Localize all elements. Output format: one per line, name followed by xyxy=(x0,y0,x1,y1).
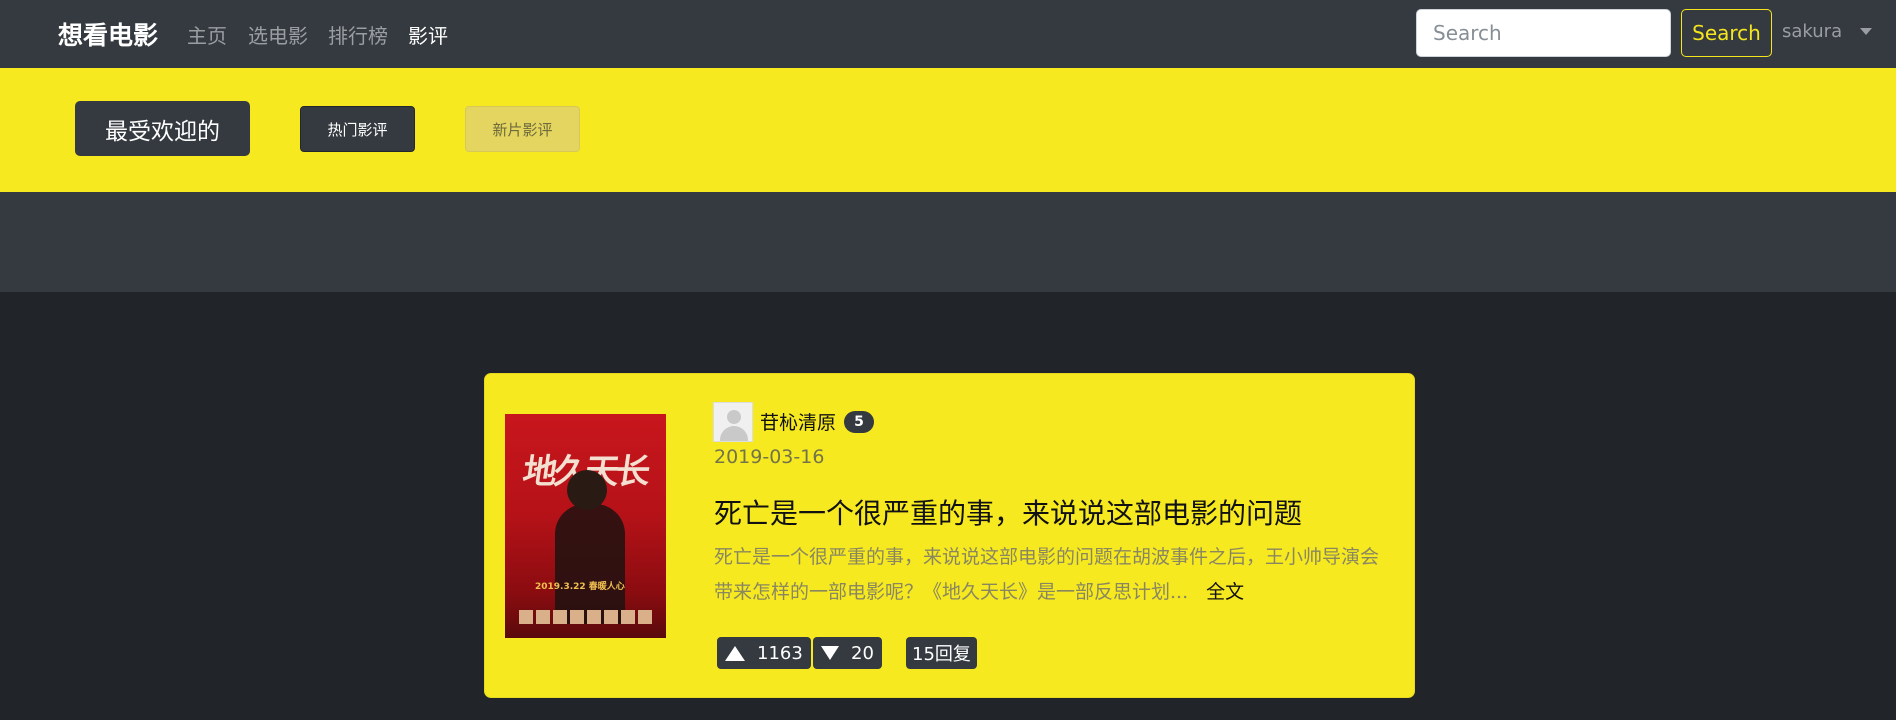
review-title[interactable]: 死亡是一个很严重的事，来说说这部电影的问题 xyxy=(714,492,1302,532)
replies-button[interactable]: 15回复 xyxy=(906,637,977,669)
review-excerpt-text: 死亡是一个很严重的事，来说说这部电影的问题在胡波事件之后，王小帅导演会带来怎样的… xyxy=(714,546,1380,603)
downvote-button[interactable]: 20 xyxy=(813,637,882,669)
downvote-count: 20 xyxy=(851,642,874,664)
nav-link-rankings[interactable]: 排行榜 xyxy=(328,20,388,49)
poster-figure-head xyxy=(567,470,607,510)
tab-new-reviews[interactable]: 新片影评 xyxy=(465,106,580,152)
poster-figure-body xyxy=(555,504,625,624)
banner-heading: 最受欢迎的 xyxy=(75,101,250,156)
arrow-down-icon xyxy=(821,646,839,660)
review-date: 2019-03-16 xyxy=(714,446,825,468)
review-excerpt: 死亡是一个很严重的事，来说说这部电影的问题在胡波事件之后，王小帅导演会带来怎样的… xyxy=(714,540,1394,610)
nav-link-reviews[interactable]: 影评 xyxy=(408,20,448,49)
site-brand[interactable]: 想看电影 xyxy=(58,16,158,52)
upvote-button[interactable]: 1163 xyxy=(717,637,811,669)
review-card: 地久天长 2019.3.22 春暖人心 苷杺清原 5 2019-03-16 死亡… xyxy=(484,373,1415,698)
author-level-badge: 5 xyxy=(844,411,874,433)
author-avatar[interactable] xyxy=(713,402,753,442)
username: sakura xyxy=(1782,21,1843,42)
full-text-link[interactable]: 全文 xyxy=(1206,581,1244,603)
poster-date: 2019.3.22 春暖人心 xyxy=(535,582,625,592)
top-navbar: 想看电影 主页 选电影 排行榜 影评 Search sakura xyxy=(0,0,1896,68)
author-name[interactable]: 苷杺清原 xyxy=(760,408,836,435)
hero-banner: 最受欢迎的 热门影评 新片影评 xyxy=(0,68,1896,192)
nav-link-home[interactable]: 主页 xyxy=(187,20,227,49)
caret-down-icon xyxy=(1860,28,1873,35)
poster-cast-strip xyxy=(519,610,652,624)
tab-hot-reviews[interactable]: 热门影评 xyxy=(300,106,415,152)
arrow-up-icon xyxy=(725,645,745,661)
user-dropdown[interactable]: sakura xyxy=(1782,21,1873,42)
search-input[interactable] xyxy=(1416,9,1671,57)
upvote-count: 1163 xyxy=(757,642,803,664)
movie-poster[interactable]: 地久天长 2019.3.22 春暖人心 xyxy=(505,414,666,638)
search-button[interactable]: Search xyxy=(1681,9,1772,57)
section-divider-band xyxy=(0,192,1896,292)
nav-link-choose-movie[interactable]: 选电影 xyxy=(248,20,308,49)
